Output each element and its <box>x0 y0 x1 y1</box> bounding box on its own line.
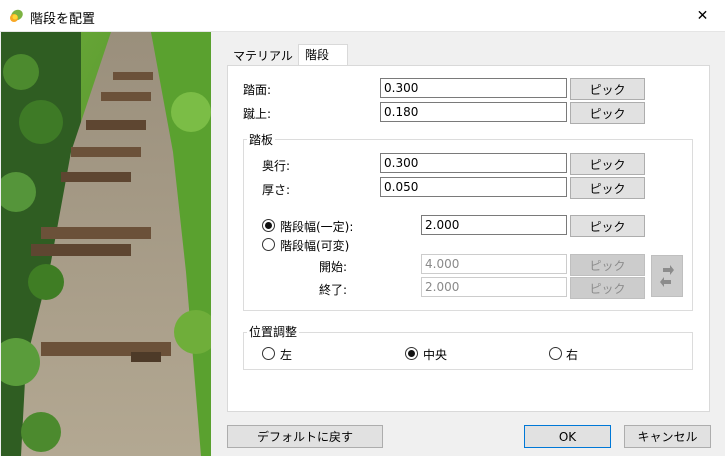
position-left-radio[interactable] <box>262 347 275 360</box>
width-fixed-pick-button[interactable]: ピック <box>570 215 645 237</box>
width-fixed-radio[interactable] <box>262 219 275 232</box>
depth-input[interactable] <box>380 153 567 173</box>
close-button[interactable]: ✕ <box>680 0 725 31</box>
thickness-input[interactable] <box>380 177 567 197</box>
tread-pick-button[interactable]: ピック <box>570 78 645 100</box>
width-start-pick-button[interactable]: ピック <box>570 254 645 276</box>
position-left-label: 左 <box>280 348 293 362</box>
width-fixed-input[interactable] <box>421 215 567 235</box>
position-group-title: 位置調整 <box>247 323 300 340</box>
stairs-photo <box>1 32 211 456</box>
riser-pick-button[interactable]: ピック <box>570 102 645 124</box>
ok-button[interactable]: OK <box>524 425 611 448</box>
restore-defaults-button[interactable]: デフォルトに戻す <box>227 425 383 448</box>
tread-label: 踏面: <box>243 83 272 97</box>
width-end-label: 終了: <box>319 283 348 297</box>
width-variable-label: 階段幅(可変) <box>280 239 350 253</box>
tread-input[interactable] <box>380 78 567 98</box>
position-center-label: 中央 <box>423 348 448 362</box>
leaf-app-icon <box>10 9 23 22</box>
window-title: 階段を配置 <box>30 12 96 27</box>
thickness-label: 厚さ: <box>262 183 291 197</box>
board-group-title: 踏板 <box>247 131 276 148</box>
swap-arrows-icon <box>660 265 674 287</box>
position-center-radio[interactable] <box>405 347 418 360</box>
width-end-input[interactable] <box>421 277 567 297</box>
riser-input[interactable] <box>380 102 567 122</box>
width-start-label: 開始: <box>319 260 348 274</box>
cancel-button[interactable]: キャンセル <box>624 425 711 448</box>
stair-preview-image <box>1 32 211 456</box>
close-icon: ✕ <box>696 7 709 24</box>
position-right-radio[interactable] <box>549 347 562 360</box>
tab-stairs[interactable]: 階段 <box>298 44 348 66</box>
width-start-input[interactable] <box>421 254 567 274</box>
riser-label: 蹴上: <box>243 107 272 121</box>
thickness-pick-button[interactable]: ピック <box>570 177 645 199</box>
position-group <box>243 332 693 370</box>
width-variable-radio[interactable] <box>262 238 275 251</box>
tab-material[interactable]: マテリアル <box>227 46 305 66</box>
position-right-label: 右 <box>566 348 579 362</box>
swap-width-button[interactable] <box>651 255 683 297</box>
depth-label: 奥行: <box>262 159 291 173</box>
title-bar: 階段を配置 ✕ <box>0 0 725 32</box>
width-end-pick-button[interactable]: ピック <box>570 277 645 299</box>
depth-pick-button[interactable]: ピック <box>570 153 645 175</box>
width-fixed-label: 階段幅(一定): <box>280 220 354 234</box>
